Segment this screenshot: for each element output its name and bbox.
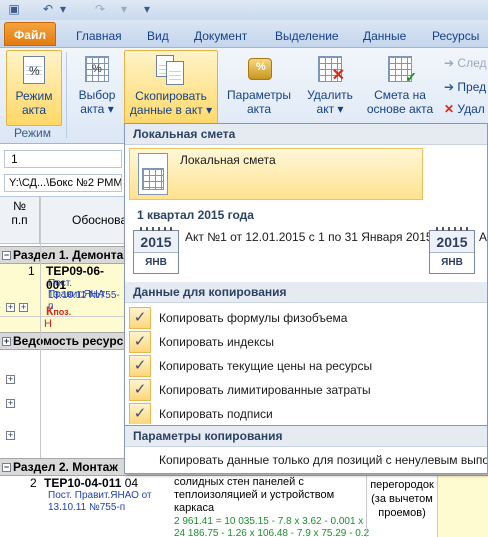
copy-data-header: Данные для копирования <box>125 282 487 303</box>
table-header: № п.п Обосновa <box>0 196 128 244</box>
quantity-cell: перегородок (за вычетом проемов) <box>366 476 438 537</box>
act-item[interactable]: 2015 ЯНВ А <box>425 224 487 276</box>
expand-icon[interactable]: + <box>4 428 17 442</box>
copy-indexes-option[interactable]: ✓ Копировать индексы <box>127 330 487 354</box>
tab-home[interactable]: Главная <box>76 26 122 48</box>
copy-formulas-option[interactable]: ✓ Копировать формулы физобъема <box>127 306 487 330</box>
undo-icon[interactable]: ↶ <box>40 2 56 17</box>
column-basis-header: Обосновa <box>72 213 128 227</box>
delete-icon: ✕ <box>444 102 455 116</box>
spreadsheet-icon <box>138 153 168 195</box>
delete-act-icon: ✕ <box>315 54 345 84</box>
arrow-right-icon: ➔ <box>444 56 455 70</box>
copy-to-act-dropdown: Локальная смета Локальная смета 1 кварта… <box>124 123 488 426</box>
redo-dropdown-icon[interactable]: ▾ <box>120 2 128 17</box>
mode-act-button[interactable]: % Режим акта <box>6 50 62 126</box>
nonzero-positions-option[interactable]: Копировать данные только для позиций с н… <box>127 448 487 472</box>
quarter-header: 1 квартал 2015 года <box>137 208 254 222</box>
row-number-input[interactable]: 1 <box>4 150 122 168</box>
expand-icon[interactable]: + <box>4 396 17 410</box>
section-resource-sheet[interactable]: + Ведомость ресурс <box>0 332 124 350</box>
expand-icon[interactable]: + <box>2 337 11 347</box>
table-row[interactable]: 2 ТЕР10-04-011 04 Пост. Правит.ЯНАО от 1… <box>0 476 488 537</box>
group-label: Режим <box>14 126 51 140</box>
position-code: ТЕР10-04-011 04 <box>44 476 139 490</box>
copy-prices-option[interactable]: ✓ Копировать текущие цены на ресурсы <box>127 354 487 378</box>
local-estimate-header: Локальная смета <box>125 124 487 145</box>
tab-resources[interactable]: Ресурсы <box>432 26 479 48</box>
tab-document[interactable]: Документ <box>194 26 247 48</box>
checkmark-icon: ✓ <box>129 307 151 329</box>
checkmark-icon: ✓ <box>129 355 151 377</box>
copy-documents-icon <box>156 55 186 85</box>
copy-signatures-option[interactable]: ✓ Копировать подписи <box>127 402 487 424</box>
redo-icon[interactable]: ↷ <box>92 2 108 17</box>
checkmark-icon: ✓ <box>129 379 151 401</box>
act-item[interactable]: 2015 ЯНВ Акт №1 от 12.01.2015 с 1 по 31 … <box>129 224 439 276</box>
copy-params-header: Параметры копирования <box>125 426 487 447</box>
customize-icon[interactable]: ▾ <box>142 2 152 17</box>
group-separator <box>66 52 67 138</box>
delete-act-button[interactable]: ✕ Удалить акт ▾ <box>302 50 358 126</box>
calendar-icon: 2015 ЯНВ <box>133 227 179 274</box>
expand-icons[interactable]: + + <box>4 300 30 314</box>
undo-dropdown-icon[interactable]: ▾ <box>58 2 68 17</box>
tab-selection[interactable]: Выделение <box>275 26 339 48</box>
act-params-icon: % <box>244 54 274 84</box>
section-dismantling[interactable]: − Раздел 1. Демонта <box>0 246 124 264</box>
tab-file[interactable]: Файл <box>4 22 56 46</box>
file-path-field[interactable]: Y:\СД...\Бокс №2 РММ <box>4 174 122 192</box>
estimate-from-act-icon: ✓ <box>385 54 417 84</box>
tab-data[interactable]: Данные <box>363 26 406 48</box>
collapse-icon[interactable]: − <box>2 251 11 261</box>
local-estimate-item[interactable]: Локальная смета <box>129 148 423 200</box>
copy-to-act-button[interactable]: Скопировать данные в акт ▾ <box>124 50 218 128</box>
checkmark-icon: ✓ <box>129 403 151 424</box>
norm-marker: Н <box>44 318 52 330</box>
copy-params-section: Параметры копирования Копировать данные … <box>124 426 488 474</box>
prev-button[interactable]: ➔ Пред <box>444 78 486 96</box>
save-icon[interactable]: ▣ <box>6 2 22 17</box>
tab-view[interactable]: Вид <box>147 26 169 48</box>
next-button[interactable]: ➔ След <box>444 54 487 72</box>
quick-access-toolbar: ▣ ↶ ▾ ↷ ▾ ▾ <box>0 0 488 20</box>
checkmark-icon: ✓ <box>129 331 151 353</box>
expand-icon[interactable]: + <box>4 372 17 386</box>
select-act-icon: % <box>82 54 112 84</box>
arrow-right-icon: ➔ <box>444 80 455 94</box>
select-act-button[interactable]: % Выбор акта ▾ <box>72 50 122 126</box>
act-params-button[interactable]: % Параметры акта <box>224 50 294 126</box>
mode-act-icon: % <box>19 55 49 85</box>
estimate-from-act-button[interactable]: ✓ Смета на основе акта <box>364 50 436 126</box>
collapse-icon[interactable]: − <box>2 463 11 473</box>
calendar-icon: 2015 ЯНВ <box>429 227 475 274</box>
ribbon-tabs: Файл Главная Вид Документ Выделение Данн… <box>0 20 488 48</box>
delete-small-button[interactable]: ✕ Удал <box>444 100 485 118</box>
column-number-header: № п.п <box>0 197 40 243</box>
copy-limited-costs-option[interactable]: ✓ Копировать лимитированные затраты <box>127 378 487 402</box>
